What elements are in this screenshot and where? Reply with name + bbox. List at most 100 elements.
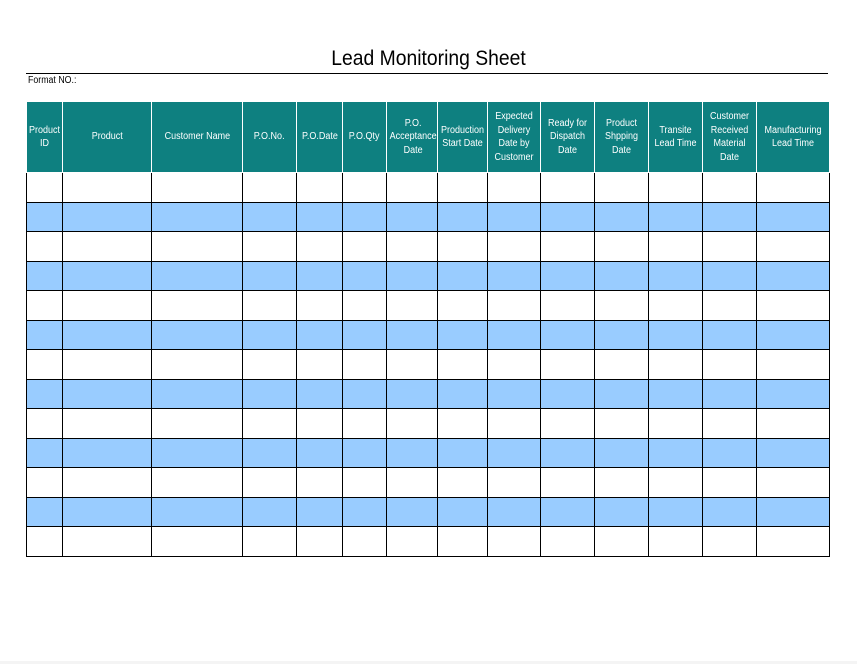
table-cell[interactable] <box>26 349 63 380</box>
table-cell[interactable] <box>540 201 595 232</box>
table-cell[interactable] <box>702 172 757 203</box>
table-cell[interactable] <box>386 172 438 203</box>
table-cell[interactable] <box>756 231 830 262</box>
table-cell[interactable] <box>26 260 63 291</box>
table-cell[interactable] <box>437 378 488 409</box>
table-cell[interactable] <box>151 378 243 409</box>
col-header-po-date[interactable]: P.O.Date <box>296 101 343 173</box>
table-cell[interactable] <box>342 260 387 291</box>
table-cell[interactable] <box>540 172 595 203</box>
col-header-product[interactable]: Product <box>62 101 152 173</box>
table-cell[interactable] <box>62 467 152 498</box>
table-cell[interactable] <box>342 172 387 203</box>
table-cell[interactable] <box>594 231 649 262</box>
table-cell[interactable] <box>648 172 703 203</box>
table-cell[interactable] <box>151 172 243 203</box>
table-cell[interactable] <box>386 231 438 262</box>
table-cell[interactable] <box>242 408 297 439</box>
col-header-product-shipping-date[interactable]: Product Shpping Date <box>594 101 649 173</box>
table-cell[interactable] <box>437 496 488 527</box>
table-cell[interactable] <box>437 172 488 203</box>
table-cell[interactable] <box>702 467 757 498</box>
table-cell[interactable] <box>540 496 595 527</box>
table-cell[interactable] <box>540 231 595 262</box>
table-cell[interactable] <box>437 319 488 350</box>
col-header-ready-for-dispatch-date[interactable]: Ready for Dispatch Date <box>540 101 595 173</box>
table-cell[interactable] <box>62 201 152 232</box>
table-cell[interactable] <box>342 408 387 439</box>
table-cell[interactable] <box>437 349 488 380</box>
table-cell[interactable] <box>296 231 343 262</box>
table-cell[interactable] <box>151 408 243 439</box>
table-cell[interactable] <box>437 231 488 262</box>
table-cell[interactable] <box>151 437 243 468</box>
table-cell[interactable] <box>487 496 541 527</box>
table-cell[interactable] <box>386 201 438 232</box>
col-header-production-start-date[interactable]: Production Start Date <box>437 101 488 173</box>
table-cell[interactable] <box>756 496 830 527</box>
table-cell[interactable] <box>62 319 152 350</box>
table-cell[interactable] <box>342 437 387 468</box>
table-cell[interactable] <box>62 260 152 291</box>
table-cell[interactable] <box>540 408 595 439</box>
table-cell[interactable] <box>296 378 343 409</box>
table-cell[interactable] <box>26 437 63 468</box>
table-cell[interactable] <box>437 201 488 232</box>
table-cell[interactable] <box>487 437 541 468</box>
table-cell[interactable] <box>648 260 703 291</box>
table-cell[interactable] <box>702 290 757 321</box>
table-cell[interactable] <box>540 290 595 321</box>
table-cell[interactable] <box>437 437 488 468</box>
col-header-customer-name[interactable]: Customer Name <box>151 101 243 173</box>
table-cell[interactable] <box>296 260 343 291</box>
table-cell[interactable] <box>242 290 297 321</box>
table-cell[interactable] <box>648 408 703 439</box>
table-cell[interactable] <box>437 526 488 557</box>
table-cell[interactable] <box>756 526 830 557</box>
table-cell[interactable] <box>242 496 297 527</box>
table-cell[interactable] <box>487 526 541 557</box>
table-cell[interactable] <box>487 467 541 498</box>
table-cell[interactable] <box>386 349 438 380</box>
table-cell[interactable] <box>594 408 649 439</box>
table-cell[interactable] <box>386 437 438 468</box>
table-cell[interactable] <box>594 172 649 203</box>
table-cell[interactable] <box>648 349 703 380</box>
table-cell[interactable] <box>594 437 649 468</box>
table-cell[interactable] <box>26 319 63 350</box>
table-cell[interactable] <box>296 290 343 321</box>
table-cell[interactable] <box>151 467 243 498</box>
table-cell[interactable] <box>386 290 438 321</box>
table-cell[interactable] <box>62 437 152 468</box>
table-cell[interactable] <box>386 408 438 439</box>
table-cell[interactable] <box>26 408 63 439</box>
table-cell[interactable] <box>437 467 488 498</box>
table-cell[interactable] <box>26 496 63 527</box>
table-cell[interactable] <box>594 526 649 557</box>
table-cell[interactable] <box>648 467 703 498</box>
table-cell[interactable] <box>296 201 343 232</box>
table-cell[interactable] <box>242 526 297 557</box>
table-cell[interactable] <box>242 231 297 262</box>
table-cell[interactable] <box>151 526 243 557</box>
table-cell[interactable] <box>756 467 830 498</box>
table-cell[interactable] <box>540 349 595 380</box>
table-cell[interactable] <box>342 496 387 527</box>
table-cell[interactable] <box>648 496 703 527</box>
table-cell[interactable] <box>594 290 649 321</box>
table-cell[interactable] <box>62 349 152 380</box>
table-cell[interactable] <box>702 231 757 262</box>
table-cell[interactable] <box>342 349 387 380</box>
table-cell[interactable] <box>26 467 63 498</box>
table-cell[interactable] <box>487 290 541 321</box>
table-cell[interactable] <box>702 437 757 468</box>
table-cell[interactable] <box>702 260 757 291</box>
table-cell[interactable] <box>648 231 703 262</box>
table-cell[interactable] <box>702 201 757 232</box>
table-cell[interactable] <box>151 349 243 380</box>
table-cell[interactable] <box>26 201 63 232</box>
table-cell[interactable] <box>487 260 541 291</box>
table-cell[interactable] <box>540 260 595 291</box>
table-cell[interactable] <box>386 260 438 291</box>
table-cell[interactable] <box>487 349 541 380</box>
